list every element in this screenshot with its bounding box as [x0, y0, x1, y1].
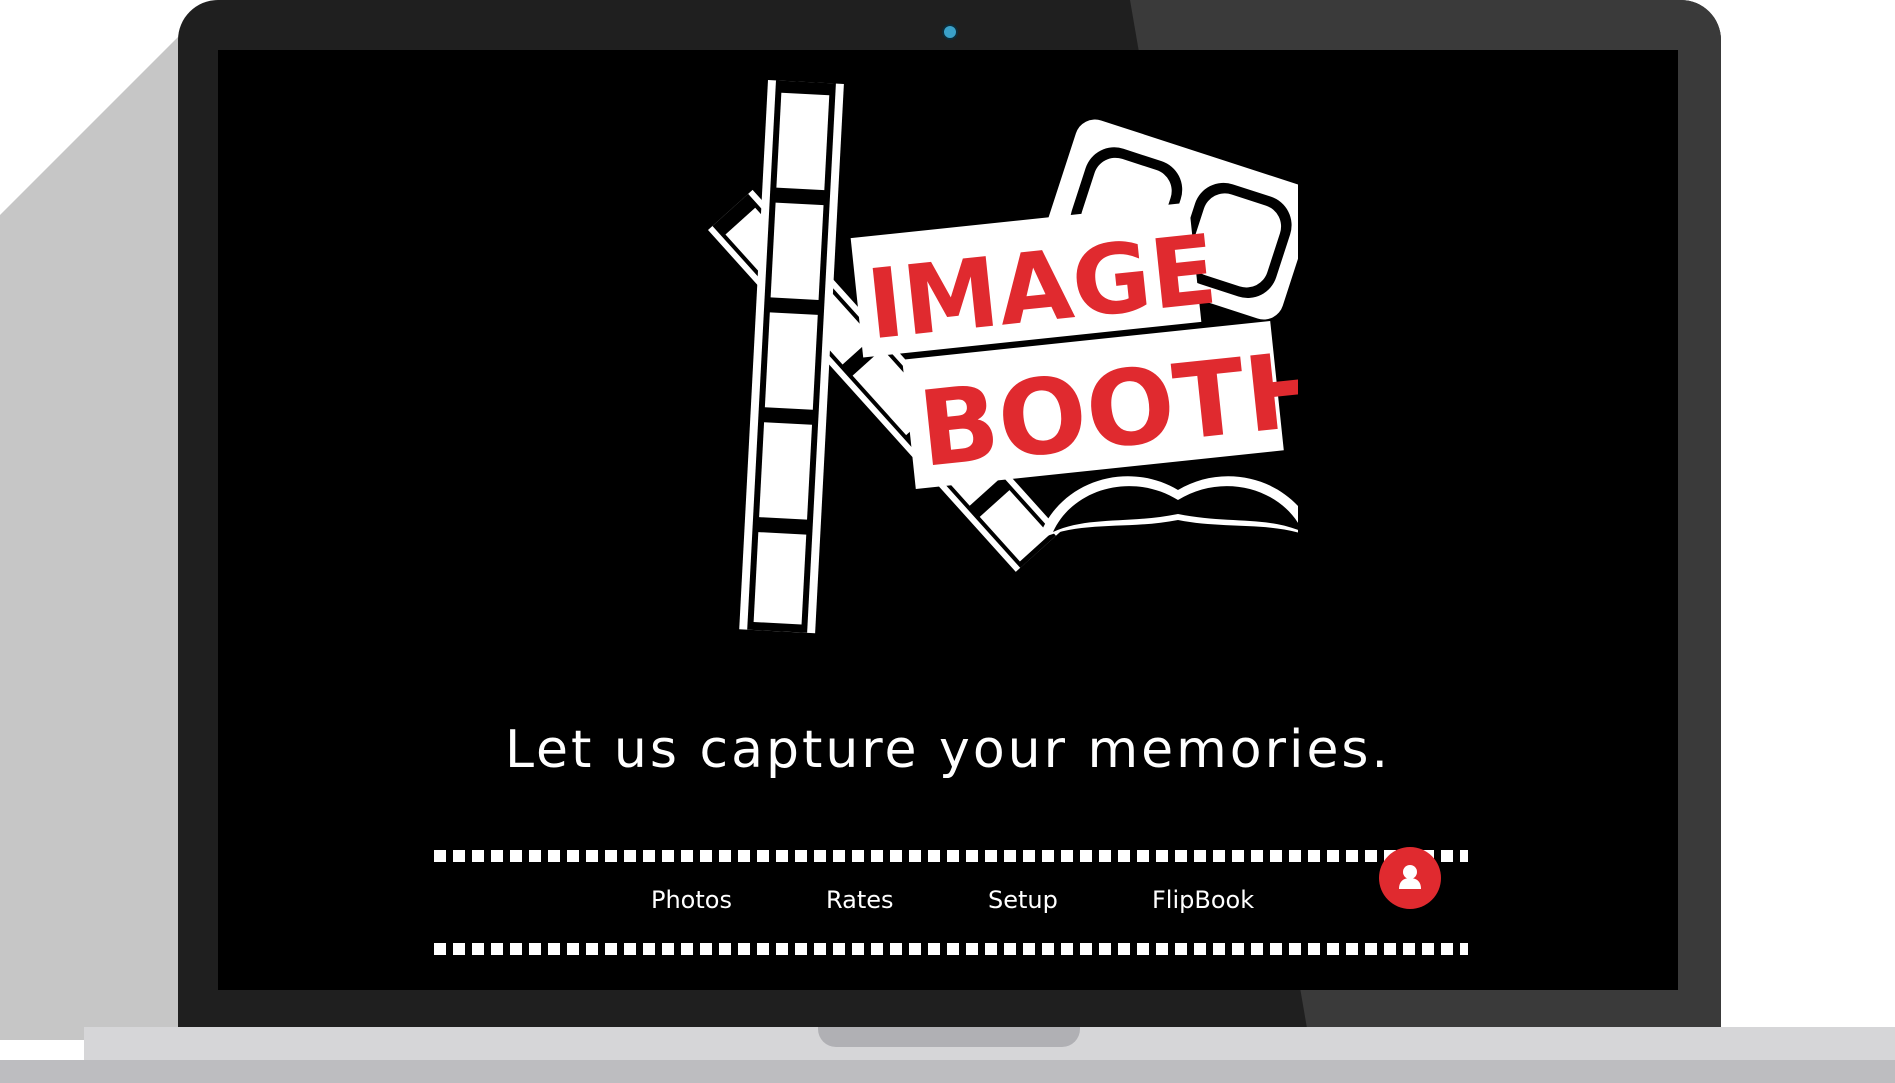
laptop-notch	[818, 1027, 1080, 1047]
mustache-icon	[1038, 476, 1298, 540]
nav-photos[interactable]: Photos	[651, 886, 732, 914]
main-nav: Photos Rates Setup FlipBook	[218, 886, 1678, 926]
nav-flipbook[interactable]: FlipBook	[1152, 886, 1254, 914]
webcam-icon	[942, 24, 958, 40]
nav-rates[interactable]: Rates	[826, 886, 894, 914]
user-icon	[1399, 865, 1421, 889]
film-divider-top	[434, 850, 1468, 862]
tagline: Let us capture your memories.	[504, 720, 1392, 780]
laptop-base-edge	[0, 1060, 1895, 1083]
film-divider-bottom	[434, 943, 1468, 955]
screen: IMAGE BOOTH Let us capture your memories…	[218, 50, 1678, 990]
film-strip-icon	[739, 80, 844, 634]
image-booth-logo[interactable]: IMAGE BOOTH	[578, 70, 1298, 670]
user-account-button[interactable]	[1379, 847, 1441, 909]
nav-setup[interactable]: Setup	[988, 886, 1058, 914]
